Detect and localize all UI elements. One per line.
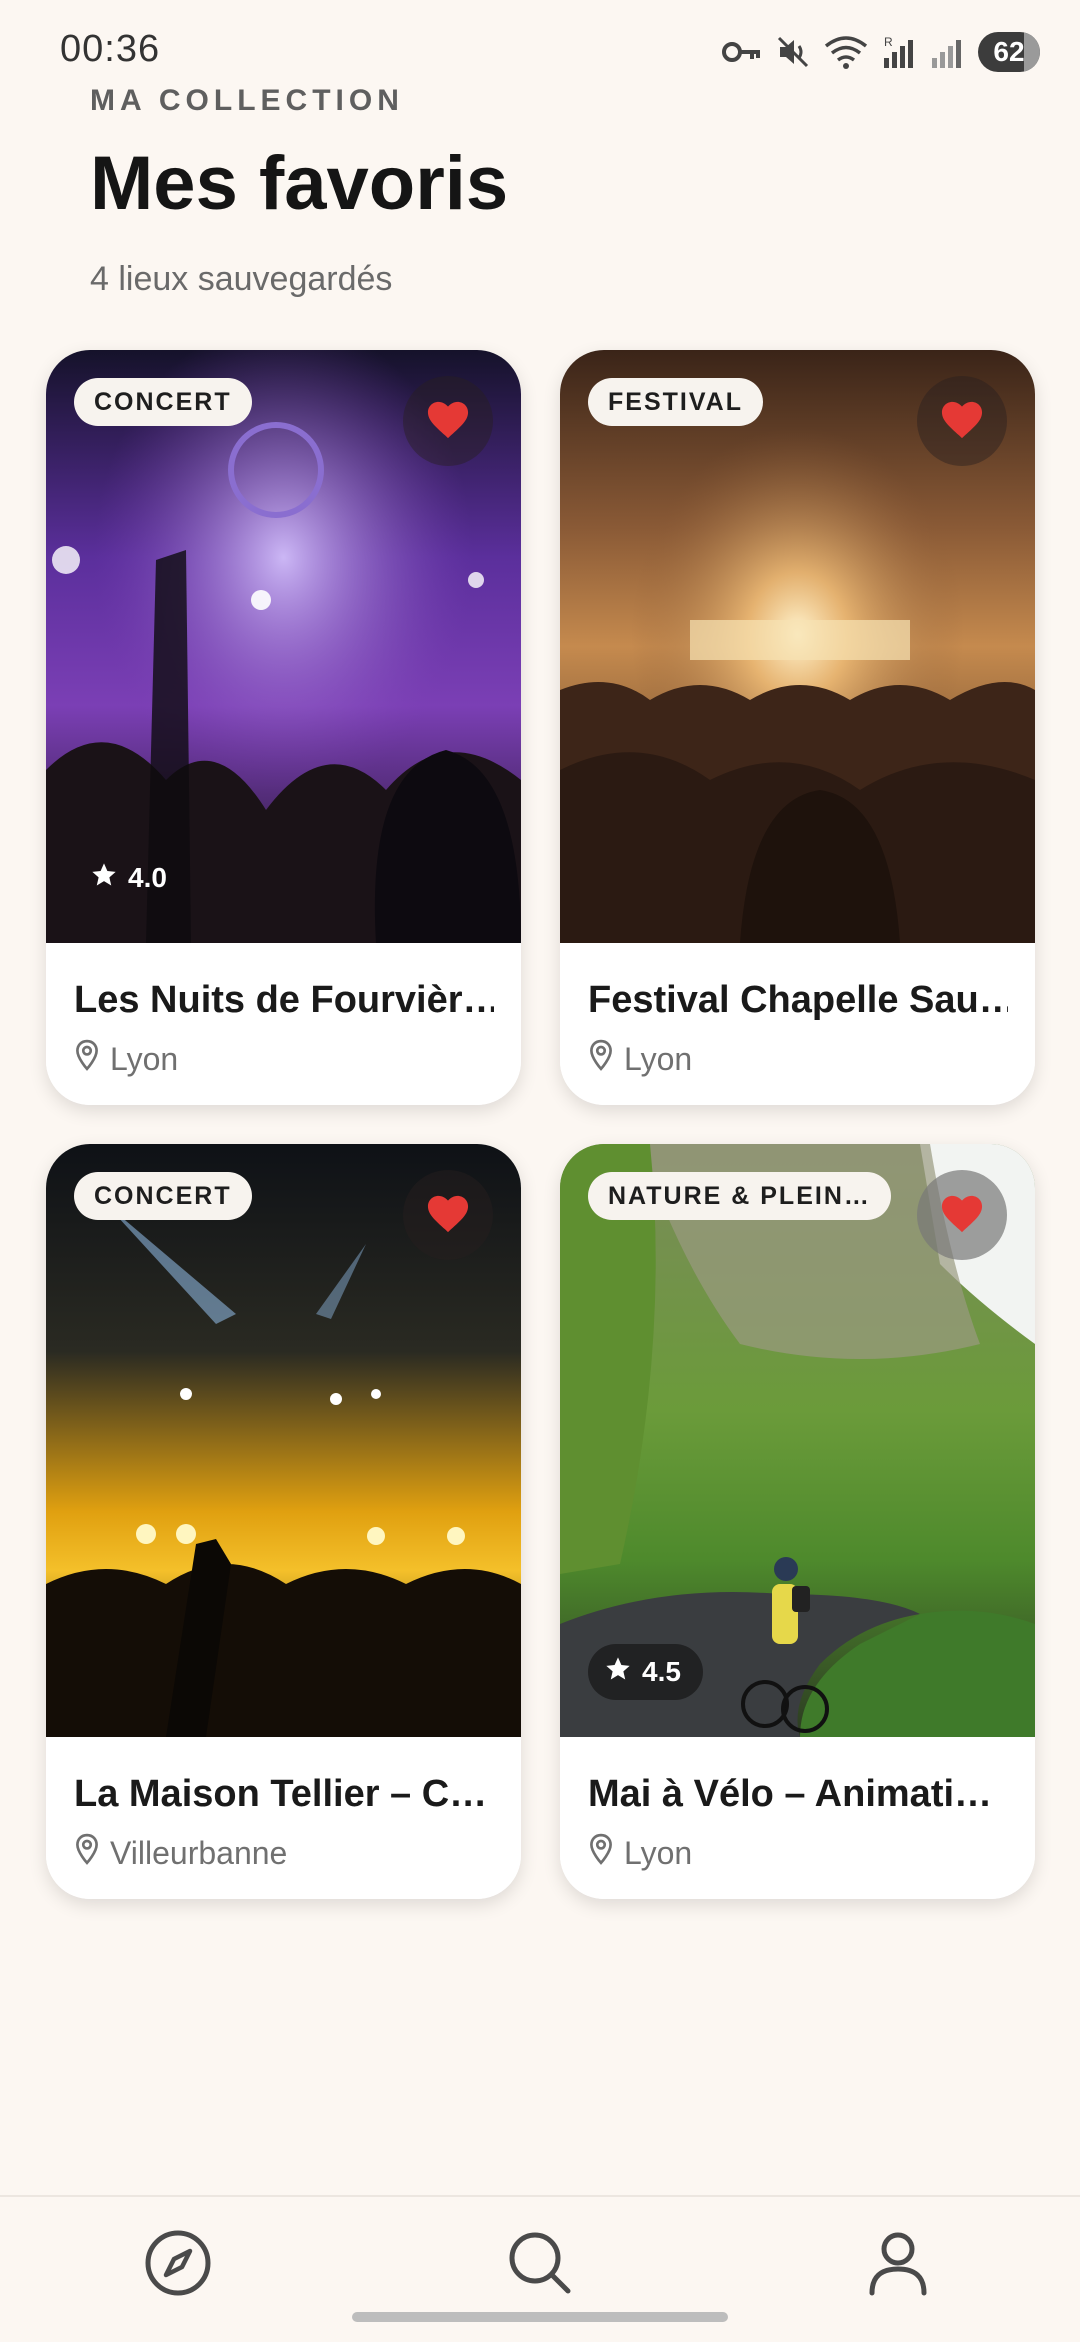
card-info: Festival Chapelle Sau… Lyon	[560, 943, 1035, 1105]
location-text: Lyon	[624, 1040, 693, 1077]
category-badge: CONCERT	[74, 378, 252, 426]
battery-level: 62	[993, 36, 1025, 67]
nav-profile-button[interactable]	[858, 2225, 938, 2305]
rating-chip: 4.5	[588, 1644, 703, 1700]
category-badge: CONCERT	[74, 1172, 252, 1220]
favorite-card[interactable]: CONCERT La Maison Tellier – C… Villeurba…	[46, 1144, 521, 1899]
profile-icon	[866, 2229, 930, 2302]
star-icon	[90, 861, 118, 896]
signal-icon	[930, 34, 964, 70]
status-time: 00:36	[60, 28, 161, 70]
favorite-card[interactable]: NATURE & PLEIN… 4.5 Mai à Vélo – Animati…	[560, 1144, 1035, 1899]
heart-icon	[425, 398, 471, 445]
saved-count: 4 lieux sauvegardés	[90, 260, 393, 298]
location-text: Villeurbanne	[110, 1834, 288, 1871]
svg-text:R: R	[884, 35, 893, 49]
search-icon	[506, 2229, 574, 2302]
heart-icon	[939, 1192, 985, 1239]
card-title: Les Nuits de Fourvièr…	[74, 979, 494, 1021]
card-info: Les Nuits de Fourvièr… Lyon	[46, 943, 521, 1105]
nav-search-button[interactable]	[500, 2225, 580, 2305]
home-indicator[interactable]	[352, 2312, 728, 2322]
location-pin-icon	[588, 1039, 614, 1079]
wifi-icon	[824, 34, 868, 70]
section-eyebrow: MA COLLECTION	[90, 84, 404, 117]
category-badge: FESTIVAL	[588, 378, 763, 426]
location-pin-icon	[74, 1039, 100, 1079]
rating-value: 4.5	[642, 1656, 681, 1687]
heart-icon	[939, 398, 985, 445]
card-location: Lyon	[588, 1833, 692, 1873]
compass-icon	[144, 2229, 212, 2302]
heart-icon	[425, 1192, 471, 1239]
card-location: Lyon	[588, 1039, 692, 1079]
signal-r-icon: R	[882, 34, 916, 70]
favorite-card[interactable]: FESTIVAL Festival Chapelle Sau… Lyon	[560, 350, 1035, 1105]
location-pin-icon	[588, 1833, 614, 1873]
favorite-button[interactable]	[403, 1170, 493, 1260]
status-icons: R 62	[722, 28, 1040, 76]
card-title: La Maison Tellier – C…	[74, 1773, 488, 1815]
favorite-button[interactable]	[403, 376, 493, 466]
card-location: Lyon	[74, 1039, 178, 1079]
vpn-key-icon	[722, 37, 762, 67]
rating-chip: 4.0	[74, 850, 189, 906]
card-title: Festival Chapelle Sau…	[588, 979, 1008, 1021]
location-text: Lyon	[110, 1040, 179, 1077]
location-text: Lyon	[624, 1834, 693, 1871]
card-info: Mai à Vélo – Animati… Lyon	[560, 1737, 1035, 1899]
star-icon	[604, 1655, 632, 1690]
favorite-button[interactable]	[917, 1170, 1007, 1260]
category-badge: NATURE & PLEIN…	[588, 1172, 891, 1220]
nav-explore-button[interactable]	[138, 2225, 218, 2305]
favorite-card[interactable]: CONCERT 4.0 Les Nuits de Fourvièr… Lyon	[46, 350, 521, 1105]
battery-indicator: 62	[978, 32, 1040, 72]
card-location: Villeurbanne	[74, 1833, 287, 1873]
favorite-button[interactable]	[917, 376, 1007, 466]
rating-value: 4.0	[128, 862, 167, 893]
card-info: La Maison Tellier – C… Villeurbanne	[46, 1737, 521, 1899]
card-title: Mai à Vélo – Animati…	[588, 1773, 993, 1815]
location-pin-icon	[74, 1833, 100, 1873]
page-title: Mes favoris	[90, 141, 509, 226]
mute-icon	[776, 35, 810, 69]
